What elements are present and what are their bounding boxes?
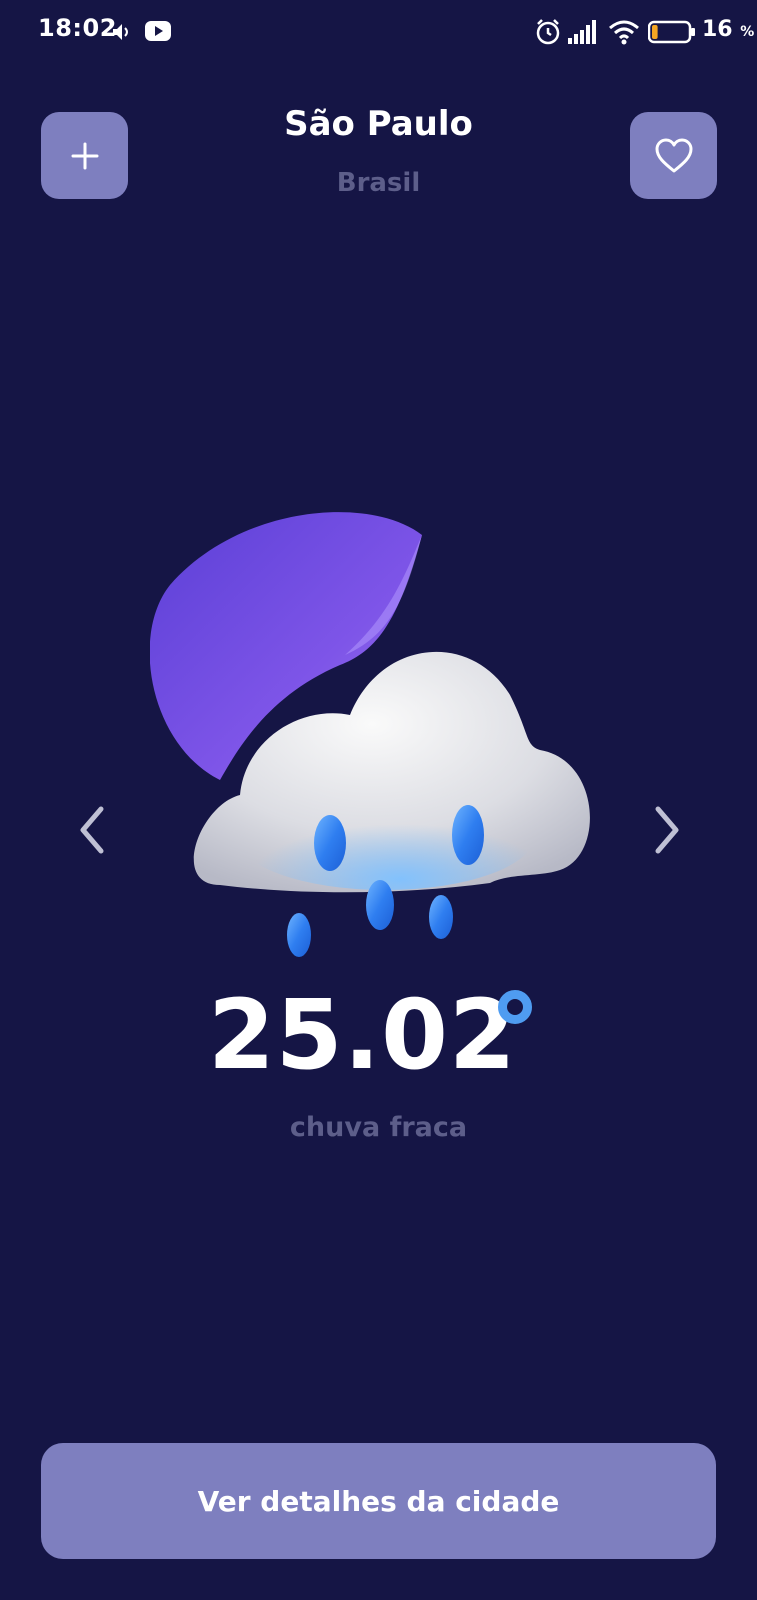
city-details-button[interactable]: Ver detalhes da cidade [41, 1443, 716, 1559]
heart-icon [655, 138, 692, 172]
degree-symbol [498, 990, 532, 1024]
chevron-right-icon [655, 806, 679, 854]
battery-icon [648, 20, 695, 44]
prev-city-button[interactable] [70, 800, 114, 860]
alarm-icon [536, 19, 560, 45]
volume-icon [113, 24, 128, 40]
chevron-left-icon [80, 806, 104, 854]
battery-percent: 16 % [702, 17, 755, 42]
moon-cloud-rain-icon [150, 512, 590, 957]
signal-icon [568, 20, 596, 44]
temperature-value: 25.02 [208, 979, 517, 1091]
weather-condition: chuva fraca [289, 1112, 468, 1143]
wifi-icon [609, 20, 639, 45]
favorite-button[interactable] [630, 112, 717, 199]
youtube-icon [145, 21, 171, 41]
status-time: 18:02 [38, 14, 117, 42]
status-bar: 18:02 16 % [0, 0, 757, 64]
plus-icon [71, 142, 98, 169]
city-details-label: Ver detalhes da cidade [197, 1484, 560, 1518]
next-city-button[interactable] [645, 800, 689, 860]
